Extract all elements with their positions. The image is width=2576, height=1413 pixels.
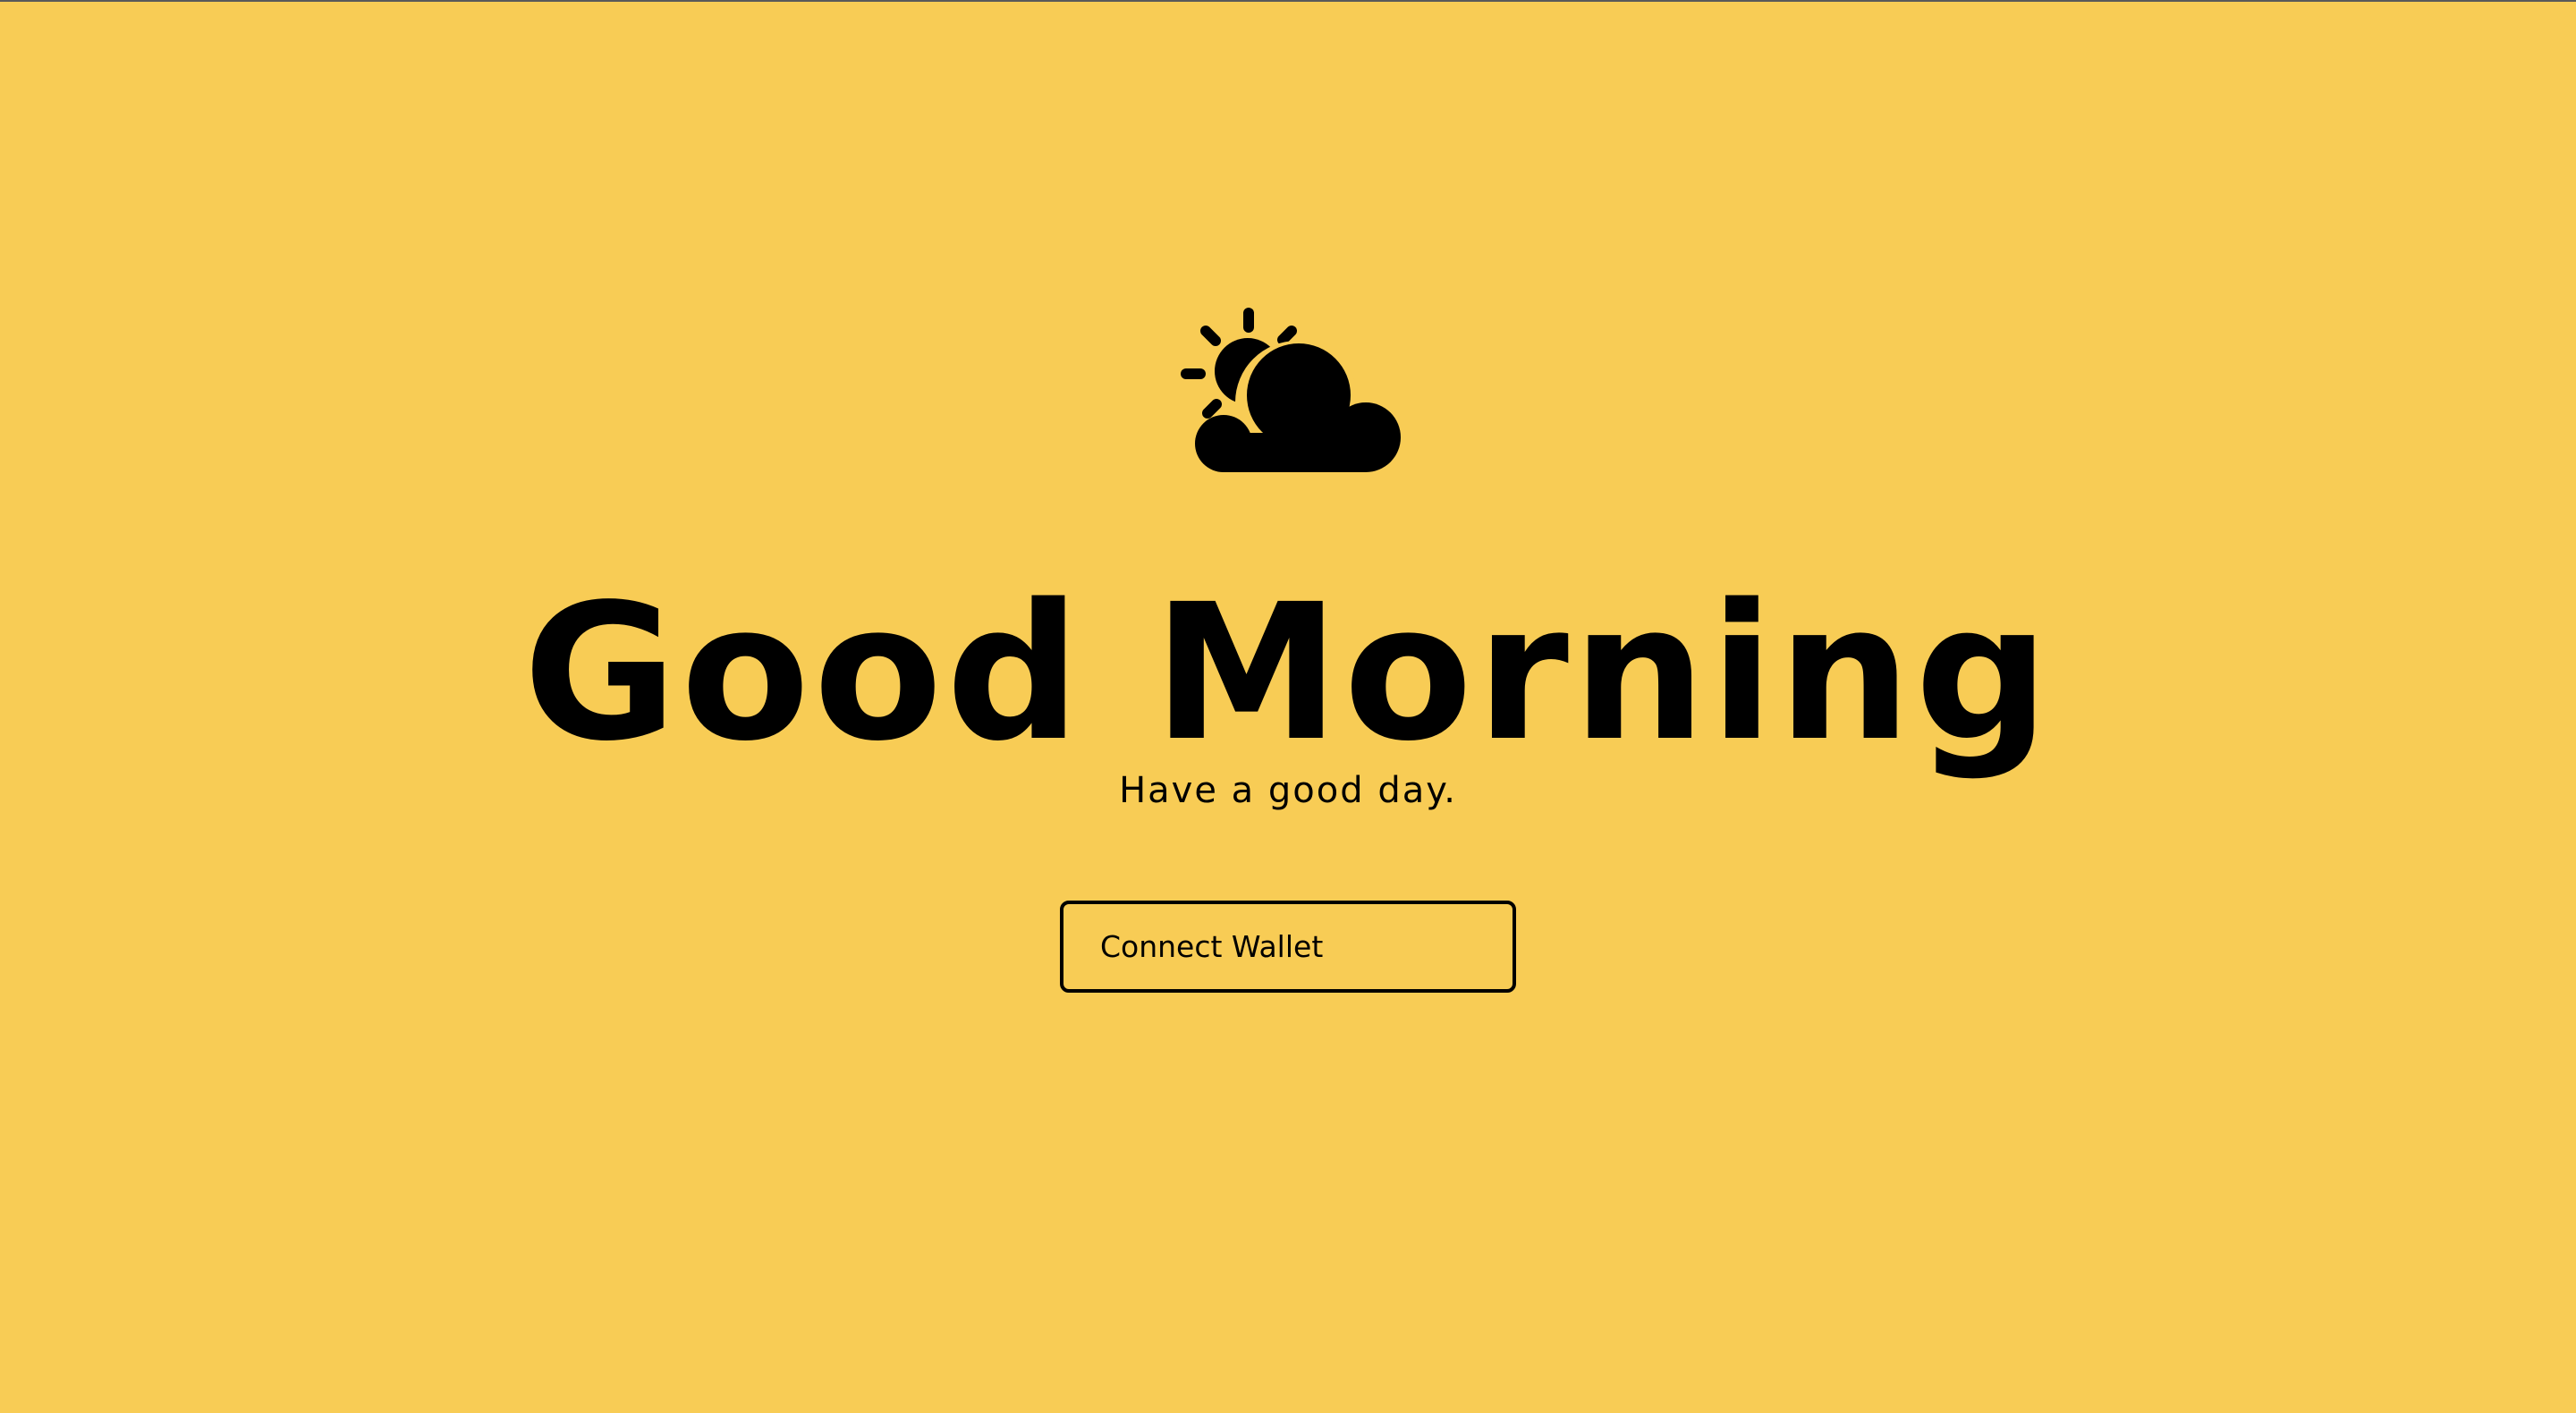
top-border (0, 0, 2576, 2)
greeting-title: Good Morning (522, 563, 2054, 783)
connect-wallet-button[interactable]: Connect Wallet (1060, 901, 1516, 993)
greeting-subtitle: Have a good day. (1119, 770, 1457, 811)
partly-cloudy-icon (1172, 300, 1404, 492)
connect-wallet-label: Connect Wallet (1100, 928, 1324, 964)
